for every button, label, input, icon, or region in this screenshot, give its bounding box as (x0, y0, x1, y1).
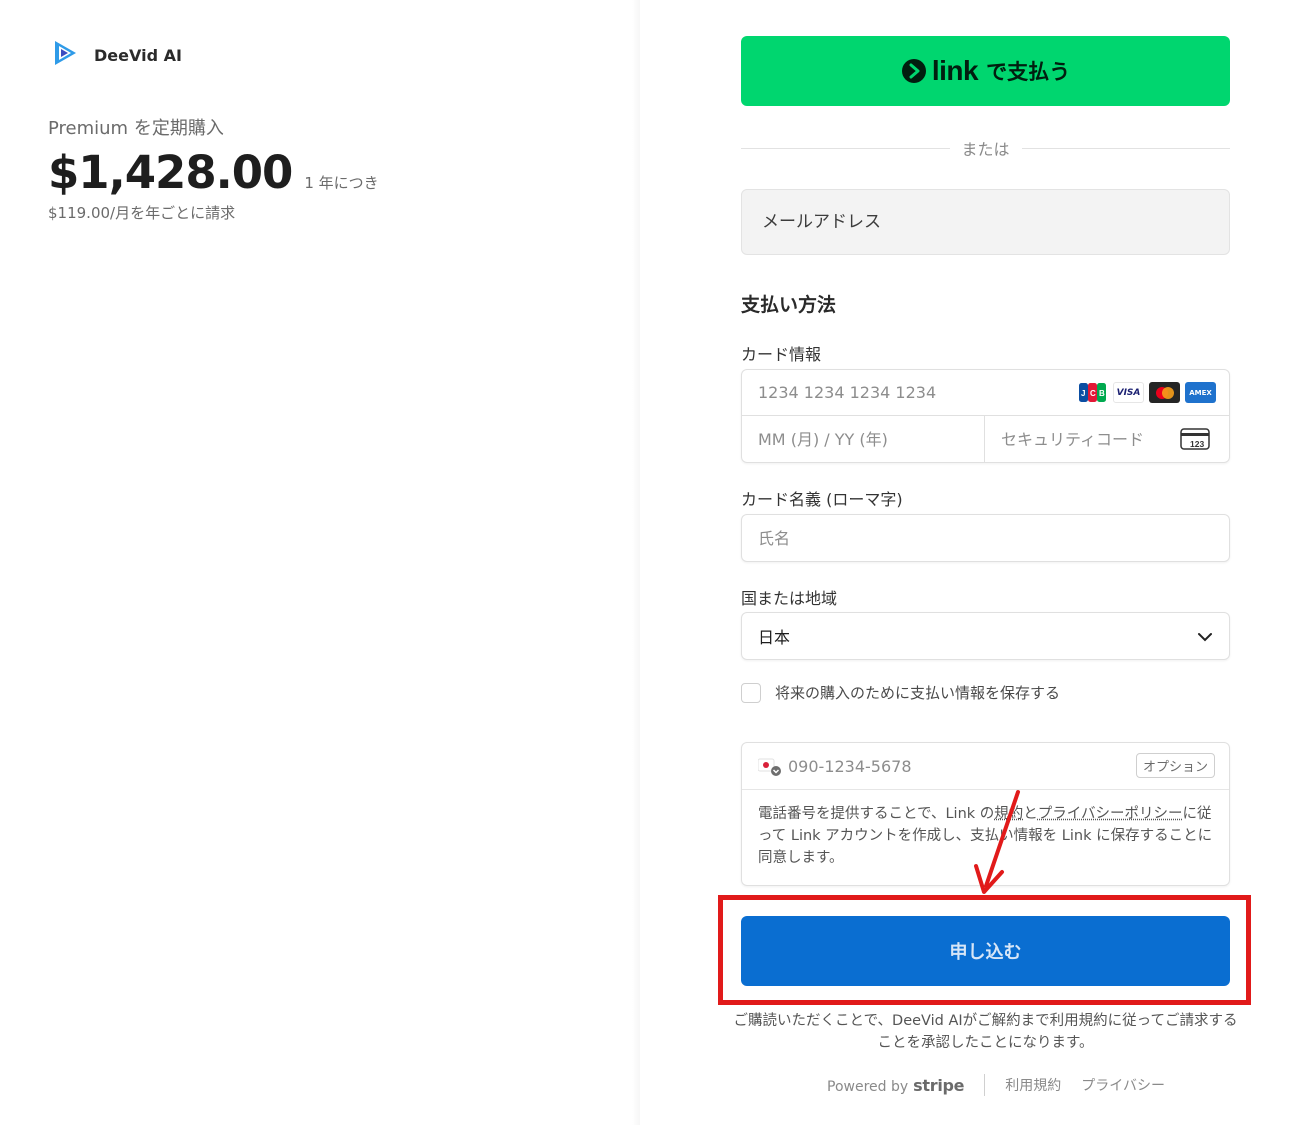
svg-text:C: C (1090, 389, 1096, 398)
powered-by-stripe[interactable]: Powered by stripe (827, 1075, 965, 1095)
japan-flag-icon[interactable] (757, 758, 782, 780)
svg-text:J: J (1081, 389, 1085, 398)
consent-text-start: 電話番号を提供することで、Link の (758, 806, 995, 822)
cardholder-name-input[interactable] (741, 514, 1230, 562)
billing-note: $119.00/月を年ごとに請求 (48, 204, 236, 222)
payment-method-title: 支払い方法 (741, 294, 837, 316)
or-line-right (1021, 147, 1231, 149)
svg-text:B: B (1099, 389, 1105, 398)
brand[interactable]: DeeVid AI (50, 38, 182, 72)
price-amount: $1,428.00 (48, 146, 293, 199)
amex-icon: AMEX (1185, 382, 1216, 403)
stripe-wordmark: stripe (913, 1075, 965, 1095)
save-payment-info-row[interactable]: 将来の購入のために支払い情報を保存する (741, 682, 1060, 703)
stripe-footer: Powered by stripe 利用規約 プライバシー (827, 1074, 1165, 1096)
country-select[interactable]: 日本 (741, 612, 1230, 660)
checkout-form: link で支払う または 支払い方法 カード情報 J C B VISA (734, 0, 1237, 1125)
card-info-label: カード情報 (741, 345, 822, 364)
deevid-logo-icon (50, 38, 80, 72)
or-divider: または (741, 134, 1231, 162)
link-logo: link (901, 55, 979, 87)
country-label: 国または地域 (741, 589, 838, 608)
link-button-label: で支払う (986, 61, 1071, 84)
price-period: 1 年につき (304, 174, 379, 192)
link-privacy-link[interactable]: プライバシーポリシー (1038, 806, 1183, 822)
card-expiry-input[interactable] (742, 416, 985, 462)
link-wordmark: link (931, 55, 979, 86)
save-info-checkbox[interactable] (741, 682, 761, 703)
panel-divider (632, 0, 640, 1125)
phone-row: オプション (742, 743, 1229, 790)
mastercard-icon (1149, 382, 1180, 403)
or-line-left (741, 147, 950, 149)
product-name: Premium を定期購入 (48, 118, 224, 139)
card-brand-logos: J C B VISA AMEX (1077, 382, 1216, 403)
link-consent-text: 電話番号を提供することで、Link の規約とプライバシーポリシーに従って Lin… (758, 803, 1216, 869)
cardholder-name-label: カード名義 (ローマ字) (741, 490, 903, 509)
chevron-down-icon (1197, 627, 1213, 646)
footer-privacy-link[interactable]: プライバシー (1081, 1075, 1165, 1095)
email-input[interactable] (741, 189, 1230, 255)
link-arrow-icon (901, 59, 926, 83)
brand-name: DeeVid AI (94, 45, 182, 65)
cvc-card-icon: 123 (1180, 428, 1213, 454)
subscription-terms-note: ご購読いただくことで、DeeVid AIがご解約まで利用規約に従ってご請求するこ… (733, 1013, 1238, 1051)
order-summary-panel: DeeVid AI Premium を定期購入 $1,428.00 1 年につき… (0, 0, 638, 1125)
optional-badge: オプション (1135, 753, 1215, 778)
visa-icon: VISA (1113, 382, 1144, 403)
card-input-group: J C B VISA AMEX (741, 369, 1230, 463)
or-text: または (961, 140, 1010, 159)
pay-with-link-button[interactable]: link で支払う (741, 36, 1230, 106)
footer-separator (984, 1074, 986, 1096)
cvc-icon-text: 123 (1190, 439, 1204, 449)
jcb-icon: J C B (1077, 382, 1108, 403)
consent-text-and: と (1023, 806, 1038, 822)
country-value: 日本 (758, 628, 791, 647)
footer-terms-link[interactable]: 利用規約 (1005, 1075, 1061, 1095)
link-terms-link[interactable]: 規約 (994, 806, 1023, 822)
powered-by-text: Powered by (827, 1078, 909, 1095)
price-row: $1,428.00 1 年につき (48, 146, 379, 199)
subscribe-button[interactable]: 申し込む (741, 916, 1230, 986)
phone-input[interactable] (788, 743, 1128, 789)
save-info-label: 将来の購入のために支払い情報を保存する (775, 684, 1061, 702)
link-phone-signup: オプション 電話番号を提供することで、Link の規約とプライバシーポリシーに従… (741, 742, 1230, 886)
